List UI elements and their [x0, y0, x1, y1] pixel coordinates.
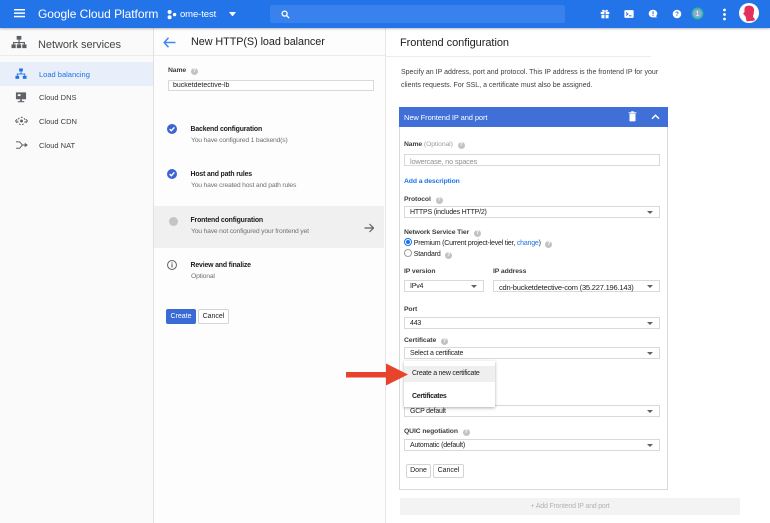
svg-text:?: ? — [675, 12, 679, 18]
svg-text:1: 1 — [696, 11, 700, 18]
